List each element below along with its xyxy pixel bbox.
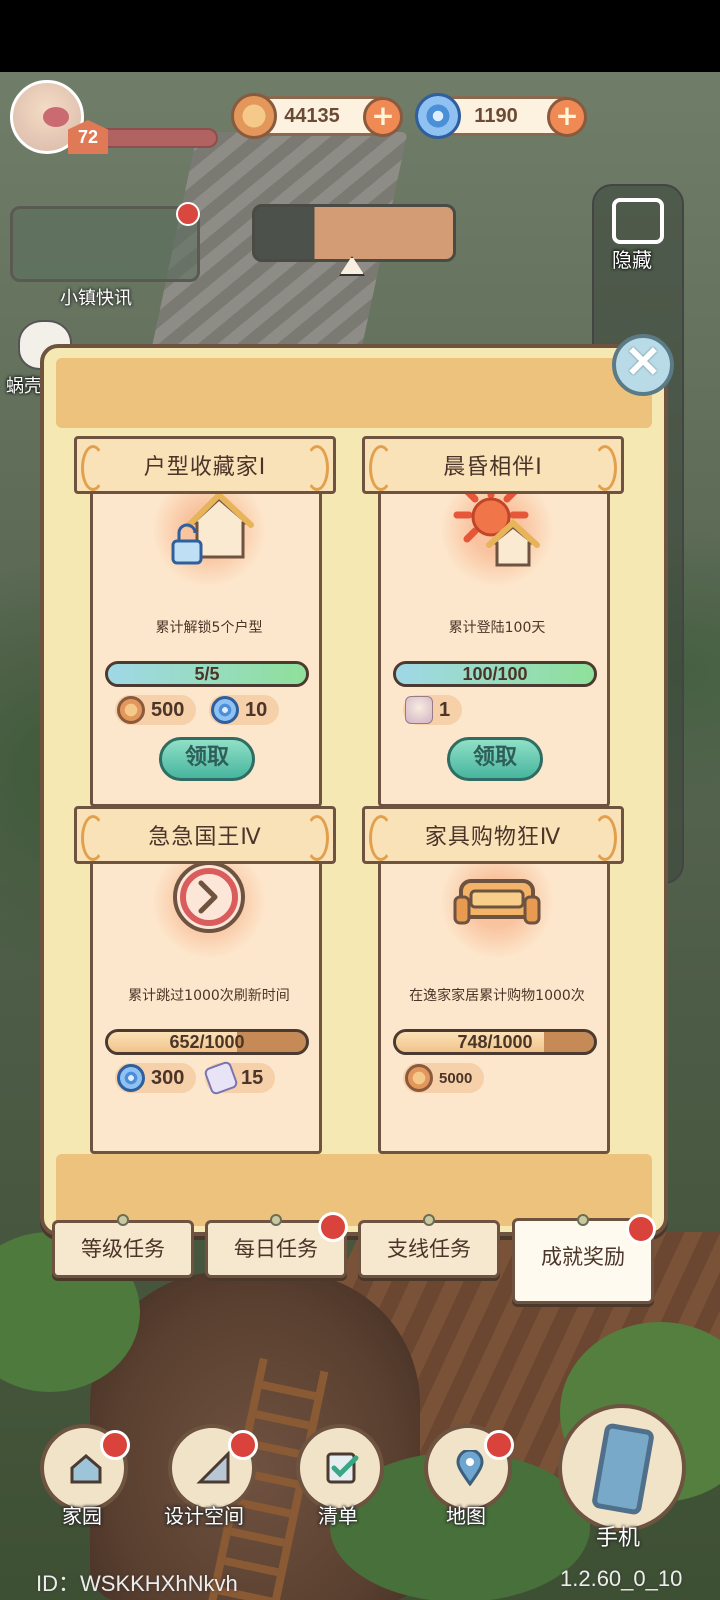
sofa-icon	[427, 847, 567, 967]
reward-amount: 500	[151, 698, 185, 721]
achievement-title-ribbon: 急急国王Ⅳ	[74, 806, 336, 864]
swirl-gem-icon	[415, 93, 461, 139]
map-notification-dot	[484, 1430, 514, 1460]
reward-chip: 500	[115, 695, 197, 725]
phone-icon	[590, 1422, 656, 1516]
design-notification-dot	[228, 1430, 258, 1460]
tab-pin-icon	[117, 1214, 129, 1226]
player-id: ID：WSKKHXhNkvh	[36, 1571, 238, 1596]
achievement-description: 累计解锁5个户型	[155, 620, 263, 636]
coin-icon	[117, 696, 145, 724]
modal-footer-band	[56, 1154, 652, 1226]
weather-indicator[interactable]	[252, 204, 456, 262]
achievement-progress-bar: 748/1000	[393, 1029, 597, 1055]
checkmark-icon	[326, 1452, 359, 1484]
achievement-description: 累计登陆100天	[448, 620, 546, 636]
town-news-label: 小镇快讯	[60, 288, 132, 309]
claim-button[interactable]: 领取	[159, 737, 255, 781]
ticket-icon	[203, 1060, 239, 1096]
achievement-card: 累计解锁5个户型 5/5 500 10 领取	[90, 462, 322, 807]
claim-button[interactable]: 领取	[447, 737, 543, 781]
reward-chip: 5000	[403, 1063, 485, 1093]
checklist-button[interactable]	[296, 1424, 384, 1512]
design-space-label: 设计空间	[164, 1504, 244, 1528]
home-notification-dot	[100, 1430, 130, 1460]
achievement-title: 户型收藏家Ⅰ	[143, 455, 267, 480]
daily-tasks-notification-dot	[318, 1212, 348, 1242]
tab-side-tasks[interactable]: 支线任务	[358, 1220, 500, 1278]
reward-amount: 5000	[439, 1069, 473, 1087]
avatar-frame-icon	[405, 696, 433, 724]
modal-header-band	[56, 358, 652, 428]
home-label: 家园	[62, 1504, 102, 1528]
reward-amount: 10	[245, 698, 268, 721]
reward-amount: 1	[439, 698, 451, 721]
swirl-gem-icon	[117, 1064, 145, 1092]
town-news-button[interactable]	[10, 206, 200, 282]
checklist-label: 清单	[318, 1504, 358, 1528]
home-icon	[70, 1454, 102, 1484]
cat-character-label: 蜗壳	[6, 376, 42, 397]
add-coins-button[interactable]: +	[363, 97, 403, 137]
achievement-progress-bar: 652/1000	[105, 1029, 309, 1055]
coin-counter: 44135 +	[231, 93, 403, 139]
gem-counter: 1190 +	[415, 93, 587, 139]
close-modal-button[interactable]: ✕	[612, 334, 674, 396]
reward-chip: 1	[403, 695, 463, 725]
reward-chip: 300	[115, 1063, 197, 1093]
achievement-title: 家具购物狂Ⅳ	[424, 825, 562, 850]
swirl-gem-icon	[211, 696, 239, 724]
version-text: 1.2.60_0_10	[560, 1566, 683, 1591]
progress-text: 748/1000	[457, 1032, 533, 1052]
clock-icon	[139, 847, 279, 967]
progress-text: 5/5	[194, 664, 220, 684]
map-pin-icon	[456, 1450, 484, 1486]
achievement-description: 累计跳过1000次刷新时间	[128, 988, 290, 1004]
phone-button[interactable]	[558, 1404, 686, 1532]
phone-label: 手机	[596, 1526, 641, 1551]
tab-level-tasks[interactable]: 等级任务	[52, 1220, 194, 1278]
coin-icon	[405, 1064, 433, 1092]
reward-amount: 15	[241, 1066, 264, 1089]
status-bar	[0, 0, 720, 72]
tab-pin-icon	[270, 1214, 282, 1226]
achievement-card: 在逸家家居累计购物1000次 748/1000 5000	[378, 834, 610, 1154]
progress-text: 100/100	[462, 664, 528, 684]
ruler-triangle-icon	[196, 1450, 230, 1484]
achievement-title: 急急国王Ⅳ	[148, 825, 262, 850]
achievement-description: 在逸家家居累计购物1000次	[409, 988, 585, 1004]
achievement-progress-bar: 100/100	[393, 661, 597, 687]
achievements-modal: 累计解锁5个户型 5/5 500 10 领取 户型收藏家Ⅰ 累计登陆100天 1…	[40, 344, 668, 1236]
achievement-title-ribbon: 晨昏相伴Ⅰ	[362, 436, 624, 494]
map-label: 地图	[446, 1504, 486, 1528]
achievement-card: 累计跳过1000次刷新时间 652/1000 300 15	[90, 834, 322, 1154]
notification-dot	[176, 202, 200, 226]
reward-chip: 10	[209, 695, 280, 725]
coin-icon	[231, 93, 277, 139]
reward-chip: 15	[203, 1060, 276, 1096]
tab-pin-icon	[577, 1214, 589, 1226]
achievement-card: 累计登陆100天 100/100 1 领取	[378, 462, 610, 807]
achievement-title-ribbon: 家具购物狂Ⅳ	[362, 806, 624, 864]
achievement-progress-bar: 5/5	[105, 661, 309, 687]
reward-amount: 300	[151, 1066, 185, 1089]
achievement-title: 晨昏相伴Ⅰ	[443, 455, 543, 480]
tab-pin-icon	[423, 1214, 435, 1226]
achievement-title-ribbon: 户型收藏家Ⅰ	[74, 436, 336, 494]
progress-text: 652/1000	[169, 1032, 245, 1052]
achievements-notification-dot	[626, 1214, 656, 1244]
add-gems-button[interactable]: +	[547, 97, 587, 137]
hide-ui-label: 隐藏	[612, 248, 652, 272]
hide-ui-icon[interactable]	[612, 198, 664, 244]
experience-bar	[100, 128, 218, 148]
